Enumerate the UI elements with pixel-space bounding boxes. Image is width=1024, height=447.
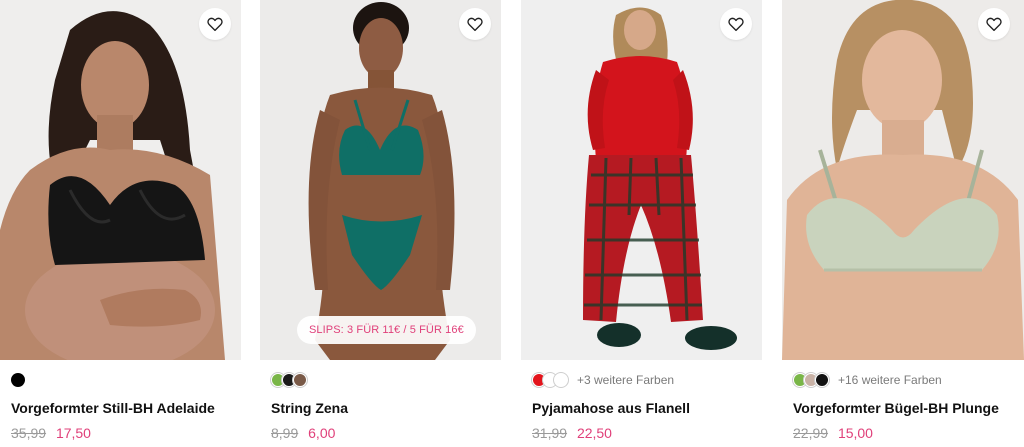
product-name[interactable]: Vorgeformter Still-BH Adelaide <box>11 400 215 416</box>
product-price: 22,99 15,00 <box>793 425 873 441</box>
color-swatches <box>11 372 25 388</box>
product-name[interactable]: Vorgeformter Bügel-BH Plunge <box>793 400 999 416</box>
color-swatch[interactable] <box>815 373 829 387</box>
more-colors-label[interactable]: +16 weitere Farben <box>838 373 942 387</box>
product-name[interactable]: String Zena <box>271 400 348 416</box>
product-price: 31,99 22,50 <box>532 425 612 441</box>
product-image[interactable] <box>782 0 1024 360</box>
heart-outline-icon <box>467 17 483 32</box>
product-grid: Vorgeformter Still-BH Adelaide 35,99 17,… <box>0 0 1024 447</box>
heart-outline-icon <box>986 17 1002 32</box>
color-swatch[interactable] <box>293 373 307 387</box>
model-photo <box>308 2 455 360</box>
product-image[interactable] <box>521 0 762 360</box>
sale-price: 6,00 <box>308 425 336 441</box>
old-price: 31,99 <box>532 425 568 441</box>
more-colors-label[interactable]: +3 weitere Farben <box>577 373 674 387</box>
color-swatch[interactable] <box>11 373 25 387</box>
wishlist-button[interactable] <box>459 8 491 40</box>
product-name[interactable]: Pyjamahose aus Flanell <box>532 400 690 416</box>
sale-price: 22,50 <box>576 425 612 441</box>
color-swatches: +16 weitere Farben <box>793 372 942 388</box>
product-price: 8,99 6,00 <box>271 425 335 441</box>
product-card[interactable]: Vorgeformter Still-BH Adelaide 35,99 17,… <box>0 0 241 447</box>
promo-badge: SLIPS: 3 FÜR 11€ / 5 FÜR 16€ <box>297 316 476 344</box>
old-price: 8,99 <box>271 425 299 441</box>
product-card[interactable]: +16 weitere Farben Vorgeformter Bügel-BH… <box>782 0 1024 447</box>
product-card[interactable]: +3 weitere Farben Pyjamahose aus Flanell… <box>521 0 762 447</box>
wishlist-button[interactable] <box>720 8 752 40</box>
sale-price: 17,50 <box>55 425 91 441</box>
wishlist-button[interactable] <box>978 8 1010 40</box>
old-price: 35,99 <box>11 425 47 441</box>
product-image[interactable] <box>260 0 501 360</box>
heart-outline-icon <box>728 17 744 32</box>
color-swatches: +3 weitere Farben <box>532 372 674 388</box>
product-card[interactable]: SLIPS: 3 FÜR 11€ / 5 FÜR 16€ String Zena… <box>260 0 501 447</box>
model-photo <box>583 7 737 350</box>
product-price: 35,99 17,50 <box>11 425 91 441</box>
wishlist-button[interactable] <box>199 8 231 40</box>
color-swatches <box>271 372 307 388</box>
sale-price: 15,00 <box>837 425 873 441</box>
model-photo <box>782 0 1024 360</box>
color-swatch[interactable] <box>554 373 568 387</box>
heart-outline-icon <box>207 17 223 32</box>
old-price: 22,99 <box>793 425 829 441</box>
model-photo <box>0 11 225 360</box>
product-image[interactable] <box>0 0 241 360</box>
